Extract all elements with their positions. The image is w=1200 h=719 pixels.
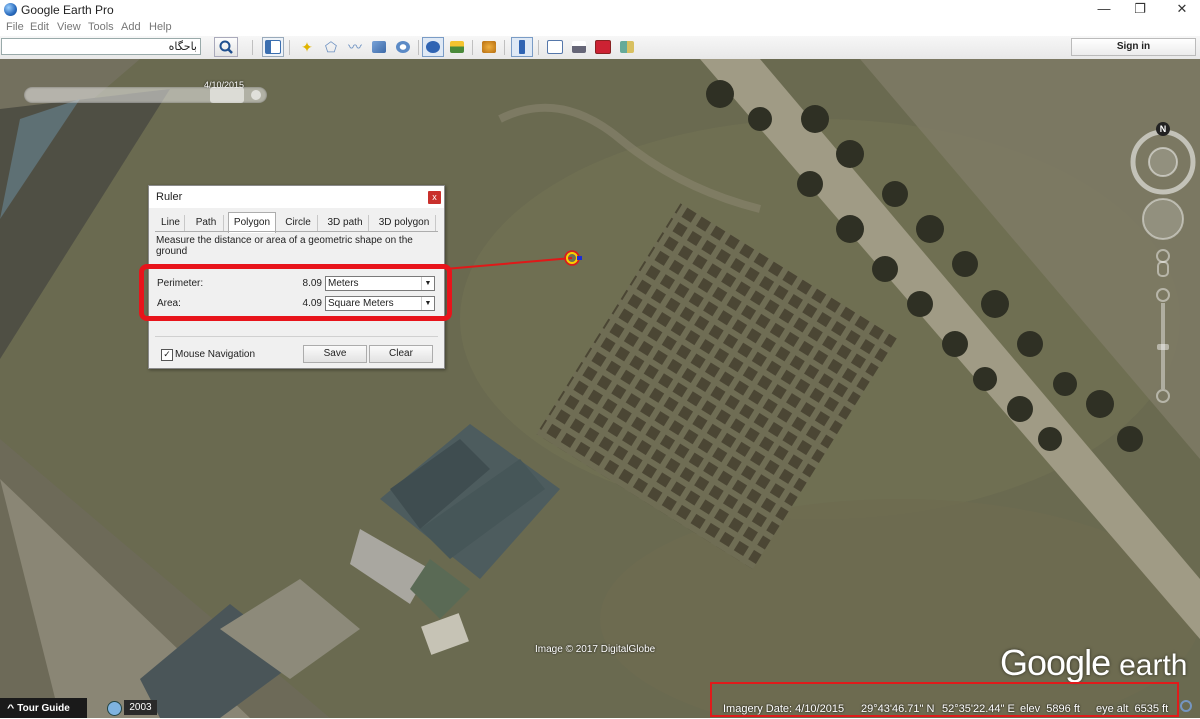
sunlight-icon: [450, 41, 464, 53]
historical-imagery-button[interactable]: [422, 37, 444, 57]
tour-guide-label: Tour Guide: [17, 703, 70, 714]
tab-3d-polygon[interactable]: 3D polygon: [373, 215, 436, 231]
ruler-close-button[interactable]: x: [428, 191, 441, 204]
historical-imagery-clock-icon: [107, 701, 122, 716]
menu-tools[interactable]: Tools: [88, 21, 114, 33]
menu-help[interactable]: Help: [149, 21, 172, 33]
minimize-button[interactable]: —: [1086, 0, 1122, 19]
save-image-icon: [595, 40, 611, 54]
tab-circle[interactable]: Circle: [279, 215, 318, 231]
menu-bar: File Edit View Tools Add Help: [0, 19, 1200, 36]
zoom-out-icon[interactable]: [1156, 389, 1170, 403]
menu-view[interactable]: View: [57, 21, 81, 33]
placemark-icon: ✦: [301, 38, 313, 55]
save-button[interactable]: Save: [303, 345, 367, 363]
print-button[interactable]: [568, 37, 590, 57]
logo-google: Google: [1000, 642, 1111, 683]
tour-guide-button[interactable]: ^ Tour Guide: [0, 698, 87, 718]
add-polygon-button[interactable]: ⬠: [320, 37, 342, 57]
maximize-button[interactable]: ❐: [1122, 0, 1158, 19]
status-highlight-box: [710, 682, 1179, 717]
sidebar-toggle-icon: [265, 40, 281, 54]
ruler-description: Measure the distance or area of a geomet…: [156, 235, 413, 257]
street-view-pegman-icon[interactable]: [1156, 249, 1170, 263]
email-icon: [547, 40, 563, 54]
google-maps-icon: [620, 41, 634, 53]
streaming-indicator-icon: [1180, 700, 1192, 712]
sunlight-button[interactable]: [446, 37, 468, 57]
navigation-controls[interactable]: N: [1128, 119, 1198, 409]
path-icon: 〰: [348, 39, 362, 55]
add-path-button[interactable]: 〰: [344, 37, 366, 57]
google-earth-logo: Google earth: [1000, 642, 1188, 684]
ruler-title-bar[interactable]: Ruler: [149, 186, 444, 208]
menu-file[interactable]: File: [6, 21, 24, 33]
ruler-icon: [519, 40, 525, 54]
map-view[interactable]: 4/10/2015 N Image © 2017 DigitalGlobe Go…: [0, 59, 1200, 718]
tab-path[interactable]: Path: [189, 215, 224, 231]
measurement-highlight-box: [139, 264, 452, 321]
search-icon: [219, 40, 233, 54]
zoom-in-icon[interactable]: [1156, 288, 1170, 302]
ruler-button[interactable]: [511, 37, 533, 57]
zoom-slider-knob[interactable]: [1157, 344, 1169, 350]
tab-polygon[interactable]: Polygon: [228, 212, 276, 233]
mouse-navigation-label: Mouse Navigation: [175, 349, 256, 360]
save-image-button[interactable]: [592, 37, 614, 57]
ruler-measurement-line: [444, 250, 582, 270]
image-credit: Image © 2017 DigitalGlobe: [535, 644, 656, 655]
image-overlay-icon: [372, 41, 386, 53]
toolbar: باحگاه ✦ ⬠ 〰 Sign in: [0, 36, 1200, 60]
time-slider[interactable]: [24, 87, 267, 103]
tab-line[interactable]: Line: [157, 215, 185, 231]
close-window-button[interactable]: ✕: [1164, 0, 1200, 19]
google-earth-app-icon: [4, 3, 17, 16]
look-joystick[interactable]: [1148, 147, 1178, 177]
window-title: Google Earth Pro: [21, 3, 114, 17]
sidebar-toggle-button[interactable]: [262, 37, 284, 57]
compass-north-label: N: [1160, 124, 1167, 134]
move-joystick[interactable]: [1142, 198, 1184, 240]
historical-imagery-indicator[interactable]: 2003: [107, 700, 157, 716]
history-year: 2003: [124, 700, 157, 715]
mouse-navigation-checkbox[interactable]: ✓: [161, 349, 173, 361]
print-icon: [572, 41, 586, 53]
planets-icon: [482, 41, 496, 53]
record-tour-icon: [396, 41, 410, 53]
time-slider-knob[interactable]: [210, 87, 244, 103]
time-slider-close-icon[interactable]: [251, 90, 261, 100]
search-input[interactable]: باحگاه: [1, 38, 201, 55]
add-image-overlay-button[interactable]: [368, 37, 390, 57]
planets-button[interactable]: [478, 37, 500, 57]
logo-earth: earth: [1119, 649, 1188, 682]
title-bar: Google Earth Pro — ❐ ✕: [0, 0, 1200, 19]
sign-in-button[interactable]: Sign in: [1071, 38, 1196, 56]
search-button[interactable]: [214, 37, 238, 57]
menu-edit[interactable]: Edit: [30, 21, 49, 33]
historical-imagery-icon: [426, 41, 440, 53]
view-in-google-maps-button[interactable]: [616, 37, 638, 57]
record-tour-button[interactable]: [392, 37, 414, 57]
tab-3d-path[interactable]: 3D path: [322, 215, 369, 231]
clear-button[interactable]: Clear: [369, 345, 433, 363]
add-placemark-button[interactable]: ✦: [296, 37, 318, 57]
polygon-icon: ⬠: [324, 38, 338, 55]
menu-add[interactable]: Add: [121, 21, 141, 33]
ruler-title: Ruler: [156, 191, 183, 203]
email-button[interactable]: [544, 37, 566, 57]
chevron-up-icon: ^: [6, 703, 15, 713]
